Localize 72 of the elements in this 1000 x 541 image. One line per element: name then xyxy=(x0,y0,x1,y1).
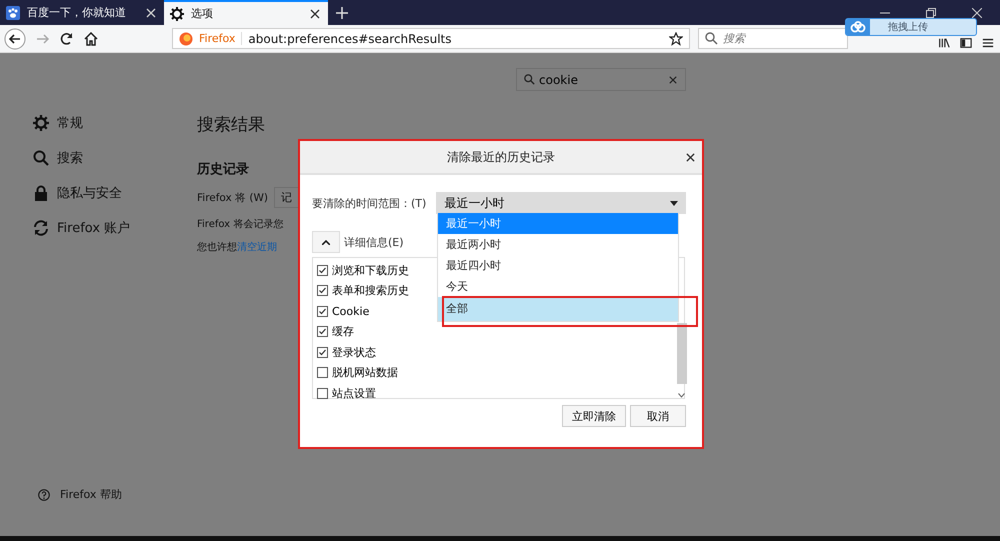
sidebar-item[interactable]: Firefox 账户 xyxy=(33,219,197,237)
browser-tab[interactable]: 百度一下，你就知道 xyxy=(0,0,164,25)
checkbox-item[interactable]: Cookie xyxy=(317,301,427,322)
history-dropdown[interactable]: 记 xyxy=(274,187,300,208)
search-field[interactable]: 搜索 xyxy=(698,28,848,49)
checkbox[interactable] xyxy=(317,285,328,296)
checkbox-item[interactable]: 登录状态 xyxy=(317,342,427,362)
search-icon xyxy=(33,150,49,166)
search-icon xyxy=(524,74,535,85)
checkbox-item[interactable]: 站点设置 xyxy=(317,383,427,404)
history-note: Firefox 将会记录您 xyxy=(197,218,284,231)
address-bar[interactable]: Firefox about:preferences#searchResults xyxy=(172,28,690,49)
range-dropdown[interactable]: 最近一小时 xyxy=(436,192,686,214)
page-heading: 搜索结果 xyxy=(197,114,266,136)
sidebar-item[interactable]: 常规 xyxy=(33,114,197,132)
browser-logo-icon xyxy=(179,32,193,46)
restore-icon[interactable] xyxy=(926,8,936,18)
help-icon xyxy=(38,488,50,500)
dialog-button[interactable]: 立即清除 xyxy=(562,405,626,427)
identity-label: Firefox xyxy=(199,32,242,45)
gear-icon xyxy=(170,6,184,20)
sidebar-icon[interactable] xyxy=(960,36,972,48)
browser-tab[interactable]: 选项 xyxy=(164,0,328,25)
checkbox[interactable] xyxy=(317,388,328,399)
dropdown-option[interactable]: 最近四小时 xyxy=(438,255,678,276)
dropdown-option[interactable]: 全部 xyxy=(438,297,678,321)
sync-icon xyxy=(33,220,49,236)
tab-title: 百度一下，你就知道 xyxy=(27,5,127,20)
dialog-title: 清除最近的历史记录 xyxy=(447,148,555,166)
history-label: Firefox 将 (W) xyxy=(197,190,268,204)
home-icon[interactable] xyxy=(84,32,98,46)
back-icon[interactable] xyxy=(4,28,26,50)
star-icon[interactable] xyxy=(669,32,683,46)
details-label: 详细信息(E) xyxy=(344,234,404,250)
checkbox[interactable] xyxy=(317,306,328,317)
reload-icon[interactable] xyxy=(60,32,74,46)
section-title: 历史记录 xyxy=(197,161,250,178)
details-toggle-button[interactable] xyxy=(312,231,340,253)
new-tab-icon[interactable] xyxy=(336,6,348,18)
sidebar-item[interactable]: 搜索 xyxy=(33,149,197,167)
checkbox[interactable] xyxy=(317,264,328,276)
help-link[interactable]: Firefox 帮助 xyxy=(33,487,197,502)
suggestion-text: 您也许想清空近期 xyxy=(197,240,277,254)
dropdown-option[interactable]: 最近两小时 xyxy=(438,234,678,255)
dropdown-option[interactable]: 今天 xyxy=(438,276,678,297)
caret-icon xyxy=(670,200,678,206)
menu-icon[interactable] xyxy=(982,36,994,48)
lock-icon xyxy=(33,185,49,201)
search-icon xyxy=(705,32,718,45)
checkbox-item[interactable]: 脱机网站数据 xyxy=(317,362,427,383)
paw-icon xyxy=(6,6,20,20)
dropdown-option[interactable]: 最近一小时 xyxy=(438,213,678,234)
close-icon[interactable] xyxy=(686,153,695,162)
checkbox[interactable] xyxy=(317,346,328,358)
checkbox-item[interactable]: 浏览和下载历史 xyxy=(317,260,427,280)
close-icon[interactable] xyxy=(310,8,320,18)
clear-icon[interactable] xyxy=(669,76,677,84)
scroll-down-icon[interactable] xyxy=(678,393,685,398)
checkbox-item[interactable]: 缓存 xyxy=(317,322,427,342)
preferences-search-field[interactable]: cookie xyxy=(516,68,686,91)
checkbox[interactable] xyxy=(317,326,328,338)
library-icon[interactable] xyxy=(938,36,950,48)
upload-tooltip[interactable]: 拖拽上传 xyxy=(845,18,977,36)
url-text: about:preferences#searchResults xyxy=(248,32,452,46)
checkbox-item[interactable]: 表单和搜索历史 xyxy=(317,280,427,301)
checkbox[interactable] xyxy=(317,367,328,378)
dialog-button[interactable]: 取消 xyxy=(630,405,686,427)
sidebar-item[interactable]: 隐私与安全 xyxy=(33,184,197,202)
tab-title: 选项 xyxy=(191,6,214,21)
range-label: 要清除的时间范围：(T) xyxy=(312,196,426,210)
gear-icon xyxy=(33,115,49,131)
caret-icon xyxy=(322,240,330,244)
